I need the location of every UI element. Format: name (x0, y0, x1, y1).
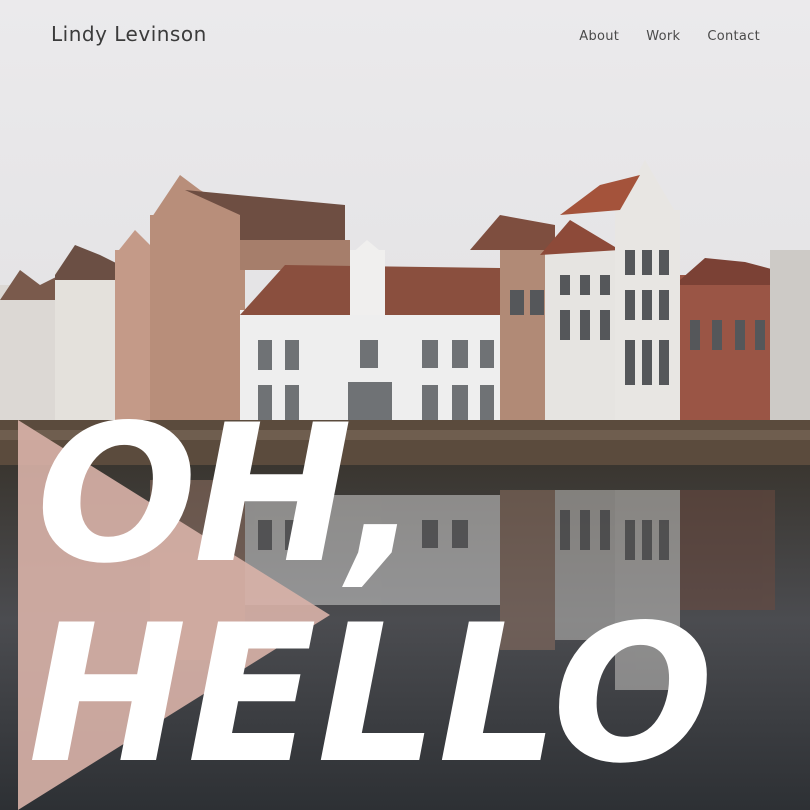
hero-section: Lindy Levinson About Work Contact OH, HE… (0, 0, 810, 810)
hero-heading-line-2: HELLO (28, 584, 714, 805)
nav-link-about[interactable]: About (579, 29, 619, 44)
site-name-link[interactable]: Lindy Levinson (51, 22, 207, 46)
site-header: Lindy Levinson About Work Contact (0, 0, 810, 75)
nav-link-work[interactable]: Work (646, 29, 680, 44)
nav-link-contact[interactable]: Contact (707, 29, 760, 44)
hero-heading-line-1: OH, (36, 384, 421, 605)
main-nav: About Work Contact (579, 29, 760, 44)
